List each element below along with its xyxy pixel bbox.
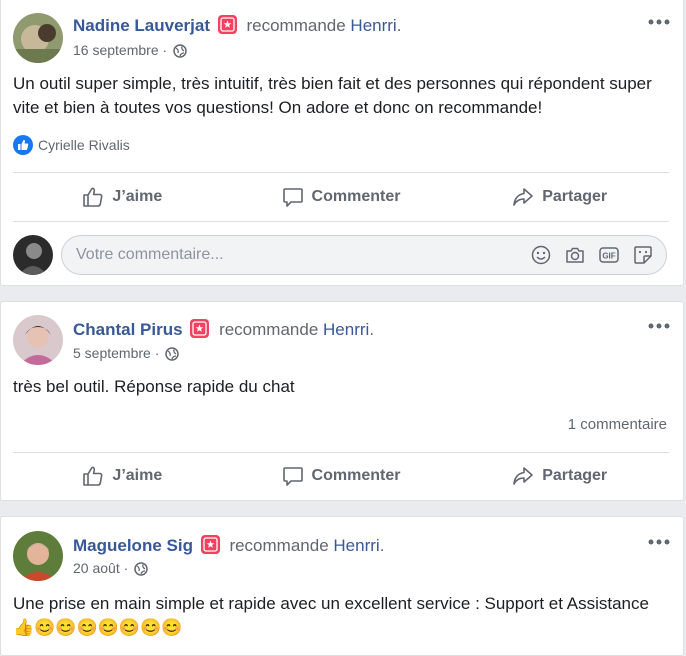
comment-icon	[282, 188, 303, 207]
action-bar: J’aime Commenter Partager	[13, 177, 669, 217]
thumbs-up-icon	[83, 187, 103, 207]
author-name[interactable]: Chantal Pirus	[73, 320, 183, 339]
emoji-icon[interactable]	[530, 244, 552, 266]
post-date[interactable]: 20 août	[73, 560, 120, 576]
comment-placeholder: Votre commentaire...	[76, 246, 224, 263]
svg-text:GIF: GIF	[602, 252, 615, 261]
more-options-icon[interactable]	[647, 535, 671, 549]
current-user-avatar[interactable]	[13, 235, 53, 275]
author-name[interactable]: Nadine Lauverjat	[73, 16, 210, 35]
comment-count[interactable]: 1 commentaire	[568, 416, 667, 433]
like-reaction-icon	[13, 135, 33, 155]
post-text: Une prise en main simple et rapide avec …	[13, 594, 649, 613]
post-card: Nadine Lauverjat recommande Henrri. 16 s…	[0, 0, 684, 286]
page-link[interactable]: Henrri	[333, 536, 379, 555]
post-meta: 16 septembre ·	[73, 42, 187, 61]
comment-input[interactable]: Votre commentaire... GIF	[61, 235, 667, 275]
action-bar: J’aime Commenter Partager	[13, 456, 669, 496]
recommends-text: recommande	[246, 16, 346, 35]
camera-icon[interactable]	[564, 244, 586, 266]
like-label: J’aime	[112, 467, 163, 484]
avatar[interactable]	[13, 531, 63, 581]
recommend-badge-icon	[190, 319, 210, 338]
post-header: Maguelone Sig recommande Henrri.	[73, 535, 384, 556]
gif-icon[interactable]: GIF	[598, 244, 620, 266]
period: .	[379, 536, 385, 555]
post-card: Maguelone Sig recommande Henrri. 20 août…	[0, 516, 684, 656]
sticker-icon[interactable]	[632, 244, 654, 266]
liker-name: Cyrielle Rivalis	[38, 137, 130, 153]
share-icon	[513, 188, 534, 206]
post-card: Chantal Pirus recommande Henrri. 5 septe…	[0, 301, 684, 501]
likes-summary[interactable]: Cyrielle Rivalis	[13, 135, 130, 155]
more-options-icon[interactable]	[647, 319, 671, 333]
globe-icon	[173, 44, 187, 61]
like-button[interactable]: J’aime	[13, 456, 232, 496]
post-emojis: 👍😊😊😊😊😊😊😊	[13, 618, 183, 637]
avatar[interactable]	[13, 315, 63, 365]
post-text: très bel outil. Réponse rapide du chat	[13, 377, 295, 396]
post-date[interactable]: 16 septembre	[73, 42, 159, 58]
globe-icon	[165, 347, 180, 364]
comment-icon	[282, 467, 303, 486]
period: .	[396, 16, 402, 35]
divider	[13, 452, 669, 453]
globe-icon	[134, 562, 148, 579]
post-meta: 20 août ·	[73, 560, 148, 579]
recommends-text: recommande	[219, 320, 319, 339]
recommends-text: recommande	[229, 536, 329, 555]
share-icon	[513, 467, 534, 485]
share-label: Partager	[542, 467, 608, 484]
share-button[interactable]: Partager	[450, 177, 669, 217]
recommend-badge-icon	[217, 15, 237, 34]
thumbs-up-icon	[83, 466, 103, 486]
comment-label: Commenter	[311, 467, 401, 484]
like-label: J’aime	[112, 188, 163, 205]
comment-button[interactable]: Commenter	[232, 456, 451, 496]
composer-tools: GIF	[530, 244, 654, 266]
post-header: Nadine Lauverjat recommande Henrri.	[73, 15, 401, 36]
share-button[interactable]: Partager	[450, 456, 669, 496]
share-label: Partager	[542, 188, 608, 205]
divider	[13, 172, 669, 173]
page-link[interactable]: Henrri	[323, 320, 369, 339]
recommend-badge-icon	[200, 535, 220, 554]
post-meta: 5 septembre ·	[73, 345, 180, 364]
period: .	[369, 320, 375, 339]
post-text: Un outil super simple, très intuitif, tr…	[13, 74, 652, 117]
avatar[interactable]	[13, 13, 63, 63]
divider	[13, 221, 669, 222]
post-date[interactable]: 5 septembre	[73, 345, 151, 361]
post-text-block: Une prise en main simple et rapide avec …	[13, 592, 669, 640]
more-options-icon[interactable]	[647, 15, 671, 29]
author-name[interactable]: Maguelone Sig	[73, 536, 193, 555]
comment-button[interactable]: Commenter	[232, 177, 451, 217]
post-header: Chantal Pirus recommande Henrri.	[73, 319, 374, 340]
page-link[interactable]: Henrri	[350, 16, 396, 35]
like-button[interactable]: J’aime	[13, 177, 232, 217]
comment-label: Commenter	[311, 188, 401, 205]
